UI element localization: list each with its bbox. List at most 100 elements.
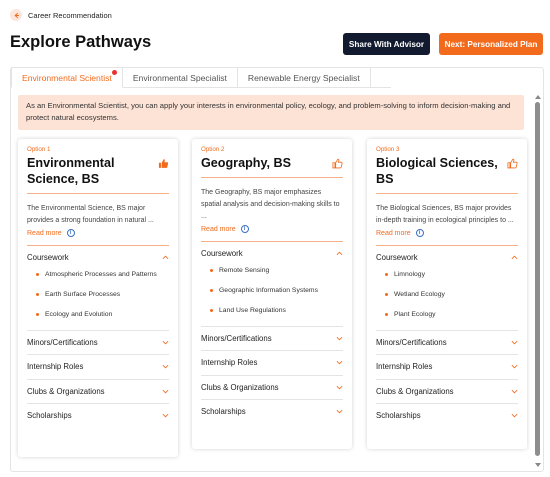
page-title: Explore Pathways [10,33,152,51]
minors-certifications-header[interactable]: Minors/Certifications [376,329,518,355]
section-label: Clubs & Organizations [376,386,454,396]
coursework-item: Remote Sensing [210,266,343,276]
divider [201,177,343,178]
scholarships-header[interactable]: Scholarships [376,403,518,428]
scroll-thumb[interactable] [535,102,540,456]
option-label: Option 2 [201,146,225,153]
minors-certifications-header[interactable]: Minors/Certifications [27,329,169,355]
tab-environmental-scientist[interactable]: Environmental Scientist [11,67,123,88]
major-title: Biological Sciences, BS [376,155,518,187]
tab-environmental-specialist[interactable]: Environmental Specialist [123,68,238,88]
chevron-down-icon [511,338,518,347]
chevron-down-icon [511,387,518,396]
thumbs-up-icon[interactable] [507,157,518,169]
section-label: Scholarships [376,411,421,421]
read-more-label: Read more [376,229,411,237]
scroll-up-arrow-icon[interactable] [535,95,541,99]
internship-roles-header[interactable]: Internship Roles [201,350,343,375]
coursework-list: Atmospheric Processes and Patterns Earth … [27,270,169,330]
chevron-down-icon [511,362,518,371]
minors-certifications-header[interactable]: Minors/Certifications [201,325,343,351]
major-title: Geography, BS [201,155,343,171]
coursework-item: Limnology [385,270,518,280]
read-more-label: Read more [201,225,236,233]
info-icon[interactable]: i [415,229,424,237]
internship-roles-header[interactable]: Internship Roles [376,354,518,379]
coursework-item: Wetland Ecology [385,290,518,300]
clubs-organizations-header[interactable]: Clubs & Organizations [376,378,518,404]
clubs-organizations-header[interactable]: Clubs & Organizations [27,378,169,404]
scholarships-header[interactable]: Scholarships [201,399,343,424]
coursework-header[interactable]: Coursework [201,241,343,266]
clubs-organizations-header[interactable]: Clubs & Organizations [201,374,343,400]
tab-label: Environmental Scientist [22,72,112,83]
pathway-card-option-2: Option 2 Geography, BS The Geography, BS m… [192,139,352,449]
major-title-text: Biological Sciences, BS [376,156,498,186]
tab-label: Environmental Specialist [132,73,227,83]
coursework-item: Plant Ecology [385,310,518,320]
breadcrumb: Career Recommendation [10,8,112,22]
section-label: Minors/Certifications [201,333,272,343]
option-label: Option 1 [27,146,51,153]
thumbs-up-icon[interactable] [332,157,343,169]
next-personalized-plan-button[interactable]: Next: Personalized Plan [439,33,543,55]
read-more-link[interactable]: Read more i [376,229,518,237]
divider [27,193,169,194]
read-more-link[interactable]: Read more i [27,229,169,237]
section-label: Internship Roles [376,362,433,372]
chevron-down-icon [336,358,343,367]
thumbs-up-filled-icon[interactable] [158,157,169,168]
info-icon[interactable]: i [240,225,249,233]
coursework-item: Atmospheric Processes and Patterns [36,270,169,280]
section-label: Minors/Certifications [27,337,98,347]
divider [376,193,518,194]
coursework-list: Limnology Wetland Ecology Plant Ecology [376,270,518,330]
major-description: The Geography, BS major emphasizes spati… [201,189,340,220]
notification-dot [111,70,117,75]
chevron-down-icon [511,411,518,420]
chevron-down-icon [162,338,169,347]
tab-bar: Environmental Scientist Environmental Sp… [11,67,391,88]
coursework-item: Geographic Information Systems [210,286,343,296]
section-label: Scholarships [201,407,246,417]
section-label: Coursework [27,253,69,263]
share-with-advisor-button[interactable]: Share With Advisor [343,33,430,55]
chevron-down-icon [162,387,169,396]
read-more-link[interactable]: Read more i [201,225,343,233]
chevron-down-icon [336,407,343,416]
section-label: Internship Roles [27,362,84,372]
coursework-header[interactable]: Coursework [376,245,518,270]
coursework-header[interactable]: Coursework [27,245,169,270]
internship-roles-header[interactable]: Internship Roles [27,354,169,379]
coursework-item: Earth Surface Processes [36,290,169,300]
section-label: Clubs & Organizations [27,386,105,396]
chevron-down-icon [162,411,169,420]
info-icon[interactable]: i [66,229,75,237]
chevron-up-icon [336,249,343,258]
scroll-down-arrow-icon[interactable] [535,463,541,467]
pathway-card-option-3: Option 3 Biological Sciences, BS The Biolo… [367,139,527,449]
section-label: Minors/Certifications [376,337,447,347]
coursework-item: Ecology and Evolution [36,310,169,320]
chevron-up-icon [511,253,518,262]
breadcrumb-label: Career Recommendation [28,10,112,20]
chevron-down-icon [336,334,343,343]
section-label: Internship Roles [201,358,258,368]
coursework-item: Land Use Regulations [210,306,343,316]
tab-renewable-energy-specialist[interactable]: Renewable Energy Specialist [238,68,371,88]
read-more-label: Read more [27,229,62,237]
scrollbar[interactable] [534,95,541,467]
major-description: The Environmental Science, BS major prov… [27,205,154,224]
major-title-text: Environmental Science, BS [27,156,115,186]
coursework-list: Remote Sensing Geographic Information Sys… [201,266,343,326]
section-label: Coursework [376,253,418,263]
section-label: Scholarships [27,411,72,421]
back-arrow-icon[interactable] [10,9,22,21]
tab-label: Renewable Energy Specialist [247,73,360,83]
major-title: Environmental Science, BS [27,155,169,187]
chevron-up-icon [162,253,169,262]
chevron-down-icon [336,383,343,392]
chevron-down-icon [162,362,169,371]
section-label: Clubs & Organizations [201,382,279,392]
scholarships-header[interactable]: Scholarships [27,403,169,428]
